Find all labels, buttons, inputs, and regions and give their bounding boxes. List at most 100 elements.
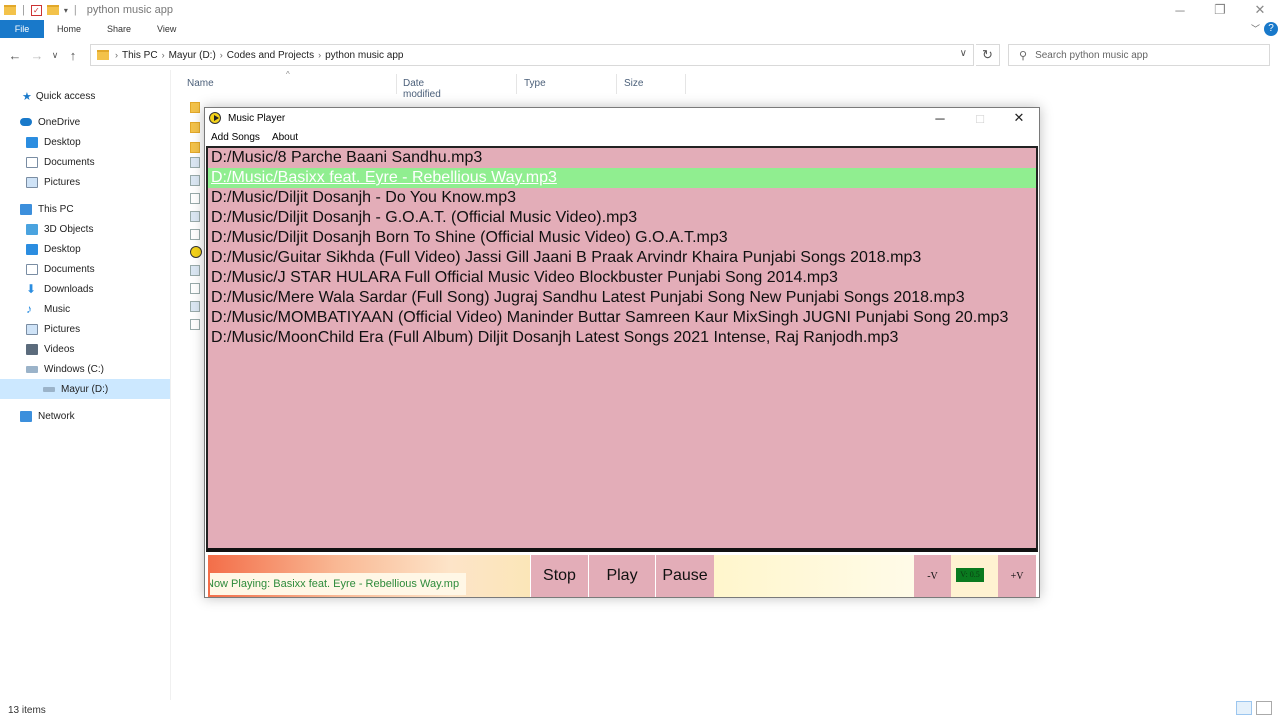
new-folder-icon[interactable] [46,5,59,15]
address-dropdown-icon[interactable]: ∨ [960,48,967,59]
file-explorer-window: | ✓ ▾ | python music app ─ ❐ ✕ File Home… [0,0,1280,720]
stop-button[interactable]: Stop [530,555,588,597]
search-input[interactable]: ⚲ Search python music app [1008,44,1270,66]
address-bar[interactable]: › This PC › Mayur (D:) › Codes and Proje… [90,44,974,66]
network-icon [20,410,32,422]
help-icon[interactable]: ? [1264,22,1278,36]
explorer-title-bar: | ✓ ▾ | python music app ─ ❐ ✕ [0,0,1280,20]
tab-share[interactable]: Share [94,20,144,38]
player-close-button[interactable]: ✕ [999,108,1039,128]
sidebar-item-3d-objects[interactable]: 3D Objects [26,219,93,239]
folder-icon[interactable] [190,142,200,153]
player-maximize-button[interactable]: □ [960,108,1000,128]
column-header-size[interactable]: Size [624,78,643,89]
file-icon[interactable] [190,211,200,222]
file-icon[interactable] [190,157,200,168]
back-arrow-icon[interactable]: ← [4,48,26,63]
sidebar-item-onedrive[interactable]: OneDrive [20,112,80,132]
song-item[interactable]: D:/Music/Diljit Dosanjh Born To Shine (O… [208,228,1036,248]
sidebar-item-onedrive-documents[interactable]: Documents [26,152,95,172]
sidebar-item-pictures[interactable]: Pictures [26,319,80,339]
column-header-date-modified[interactable]: Date modified [403,78,441,100]
quick-access-dropdown-icon[interactable]: ▾ [64,6,68,15]
sidebar-item-mayur-d[interactable]: Mayur (D:) [0,379,170,399]
folder-icon[interactable] [190,102,200,113]
chevron-down-icon[interactable]: ﹀ [1251,22,1260,35]
search-icon: ⚲ [1019,49,1028,62]
menu-add-songs[interactable]: Add Songs [205,132,266,143]
file-icon[interactable] [190,301,200,312]
download-icon: ⬇ [26,282,37,296]
desktop-icon [26,136,38,148]
menu-about[interactable]: About [266,132,304,143]
file-icon[interactable] [190,175,200,186]
breadcrumb-codes[interactable]: Codes and Projects [227,50,314,61]
up-arrow-icon[interactable]: ↑ [62,48,84,63]
music-app-icon[interactable] [190,246,202,258]
tab-file[interactable]: File [0,20,44,38]
volume-up-button[interactable]: +V [998,555,1036,597]
sidebar-item-documents[interactable]: Documents [26,259,95,279]
file-icon[interactable] [190,265,200,276]
music-note-icon: ♪ [26,302,32,316]
pause-button[interactable]: Pause [655,555,714,597]
sidebar-item-network[interactable]: Network [20,406,75,426]
tab-home[interactable]: Home [44,20,94,38]
sidebar-item-onedrive-pictures[interactable]: Pictures [26,172,80,192]
song-item[interactable]: D:/Music/Diljit Dosanjh - G.O.A.T. (Offi… [208,208,1036,228]
refresh-button[interactable]: ↻ [976,44,1000,66]
close-button[interactable]: ✕ [1240,0,1280,20]
file-icon[interactable] [190,193,200,204]
folder-icon[interactable] [190,122,200,133]
sidebar-item-videos[interactable]: Videos [26,339,74,359]
recent-locations-icon[interactable]: ∨ [48,50,62,61]
song-item[interactable]: D:/Music/Guitar Sikhda (Full Video) Jass… [208,248,1036,268]
song-item-selected[interactable]: D:/Music/Basixx feat. Eyre - Rebellious … [208,168,1036,188]
star-icon: ★ [22,90,32,103]
player-controls: Now Playing: Basixx feat. Eyre - Rebelli… [206,553,1038,597]
file-icon[interactable] [190,229,200,240]
details-view-icon[interactable] [1236,701,1252,715]
sidebar-item-music[interactable]: ♪ Music [26,299,70,319]
file-icon[interactable] [190,319,200,330]
minimize-button[interactable]: ─ [1160,0,1200,20]
navigation-bar: ← → ∨ ↑ › This PC › Mayur (D:) › Codes a… [0,42,1280,68]
player-minimize-button[interactable]: ─ [920,108,960,128]
sidebar-item-downloads[interactable]: ⬇ Downloads [26,279,93,299]
navigation-pane: ★ Quick access OneDrive Desktop Document… [0,86,170,686]
column-header-type[interactable]: Type [524,78,546,89]
now-playing-panel: Now Playing: Basixx feat. Eyre - Rebelli… [208,555,530,597]
song-item[interactable]: D:/Music/J STAR HULARA Full Official Mus… [208,268,1036,288]
breadcrumb-drive[interactable]: Mayur (D:) [169,50,216,61]
sidebar-item-this-pc[interactable]: This PC [20,199,74,219]
song-item[interactable]: D:/Music/MoonChild Era (Full Album) Dilj… [208,328,1036,348]
ribbon-tabs: File Home Share View [0,20,1280,38]
play-button[interactable]: Play [588,555,655,597]
song-item[interactable]: D:/Music/Diljit Dosanjh - Do You Know.mp… [208,188,1036,208]
song-item[interactable]: D:/Music/MOMBATIYAAN (Official Video) Ma… [208,308,1036,328]
sidebar-item-desktop[interactable]: Desktop [26,239,81,259]
cube-icon [26,223,38,235]
status-bar: 13 items [0,700,1280,720]
player-title: Music Player [228,112,286,124]
song-item[interactable]: D:/Music/8 Parche Baani Sandhu.mp3 [208,148,1036,168]
forward-arrow-icon[interactable]: → [26,48,48,63]
playlist-box[interactable]: D:/Music/8 Parche Baani Sandhu.mp3 D:/Mu… [206,146,1038,552]
volume-down-button[interactable]: -V [914,555,951,597]
column-header-name[interactable]: Name [187,78,214,89]
sort-arrow-icon: ^ [286,70,290,79]
sidebar-item-onedrive-desktop[interactable]: Desktop [26,132,81,152]
sidebar-item-quick-access[interactable]: ★ Quick access [22,86,95,106]
sidebar-item-windows-c[interactable]: Windows (C:) [26,359,104,379]
play-icon [209,112,221,124]
breadcrumb-current[interactable]: python music app [325,50,403,61]
properties-icon[interactable]: ✓ [30,4,42,16]
song-item[interactable]: D:/Music/Mere Wala Sardar (Full Song) Ju… [208,288,1036,308]
restore-button[interactable]: ❐ [1200,0,1240,20]
breadcrumb-this-pc[interactable]: This PC [122,50,158,61]
volume-panel: V: 0.5 [951,555,998,597]
large-icons-view-icon[interactable] [1256,701,1272,715]
text-file-icon[interactable] [190,283,200,294]
pane-divider[interactable] [170,70,171,700]
tab-view[interactable]: View [144,20,189,38]
